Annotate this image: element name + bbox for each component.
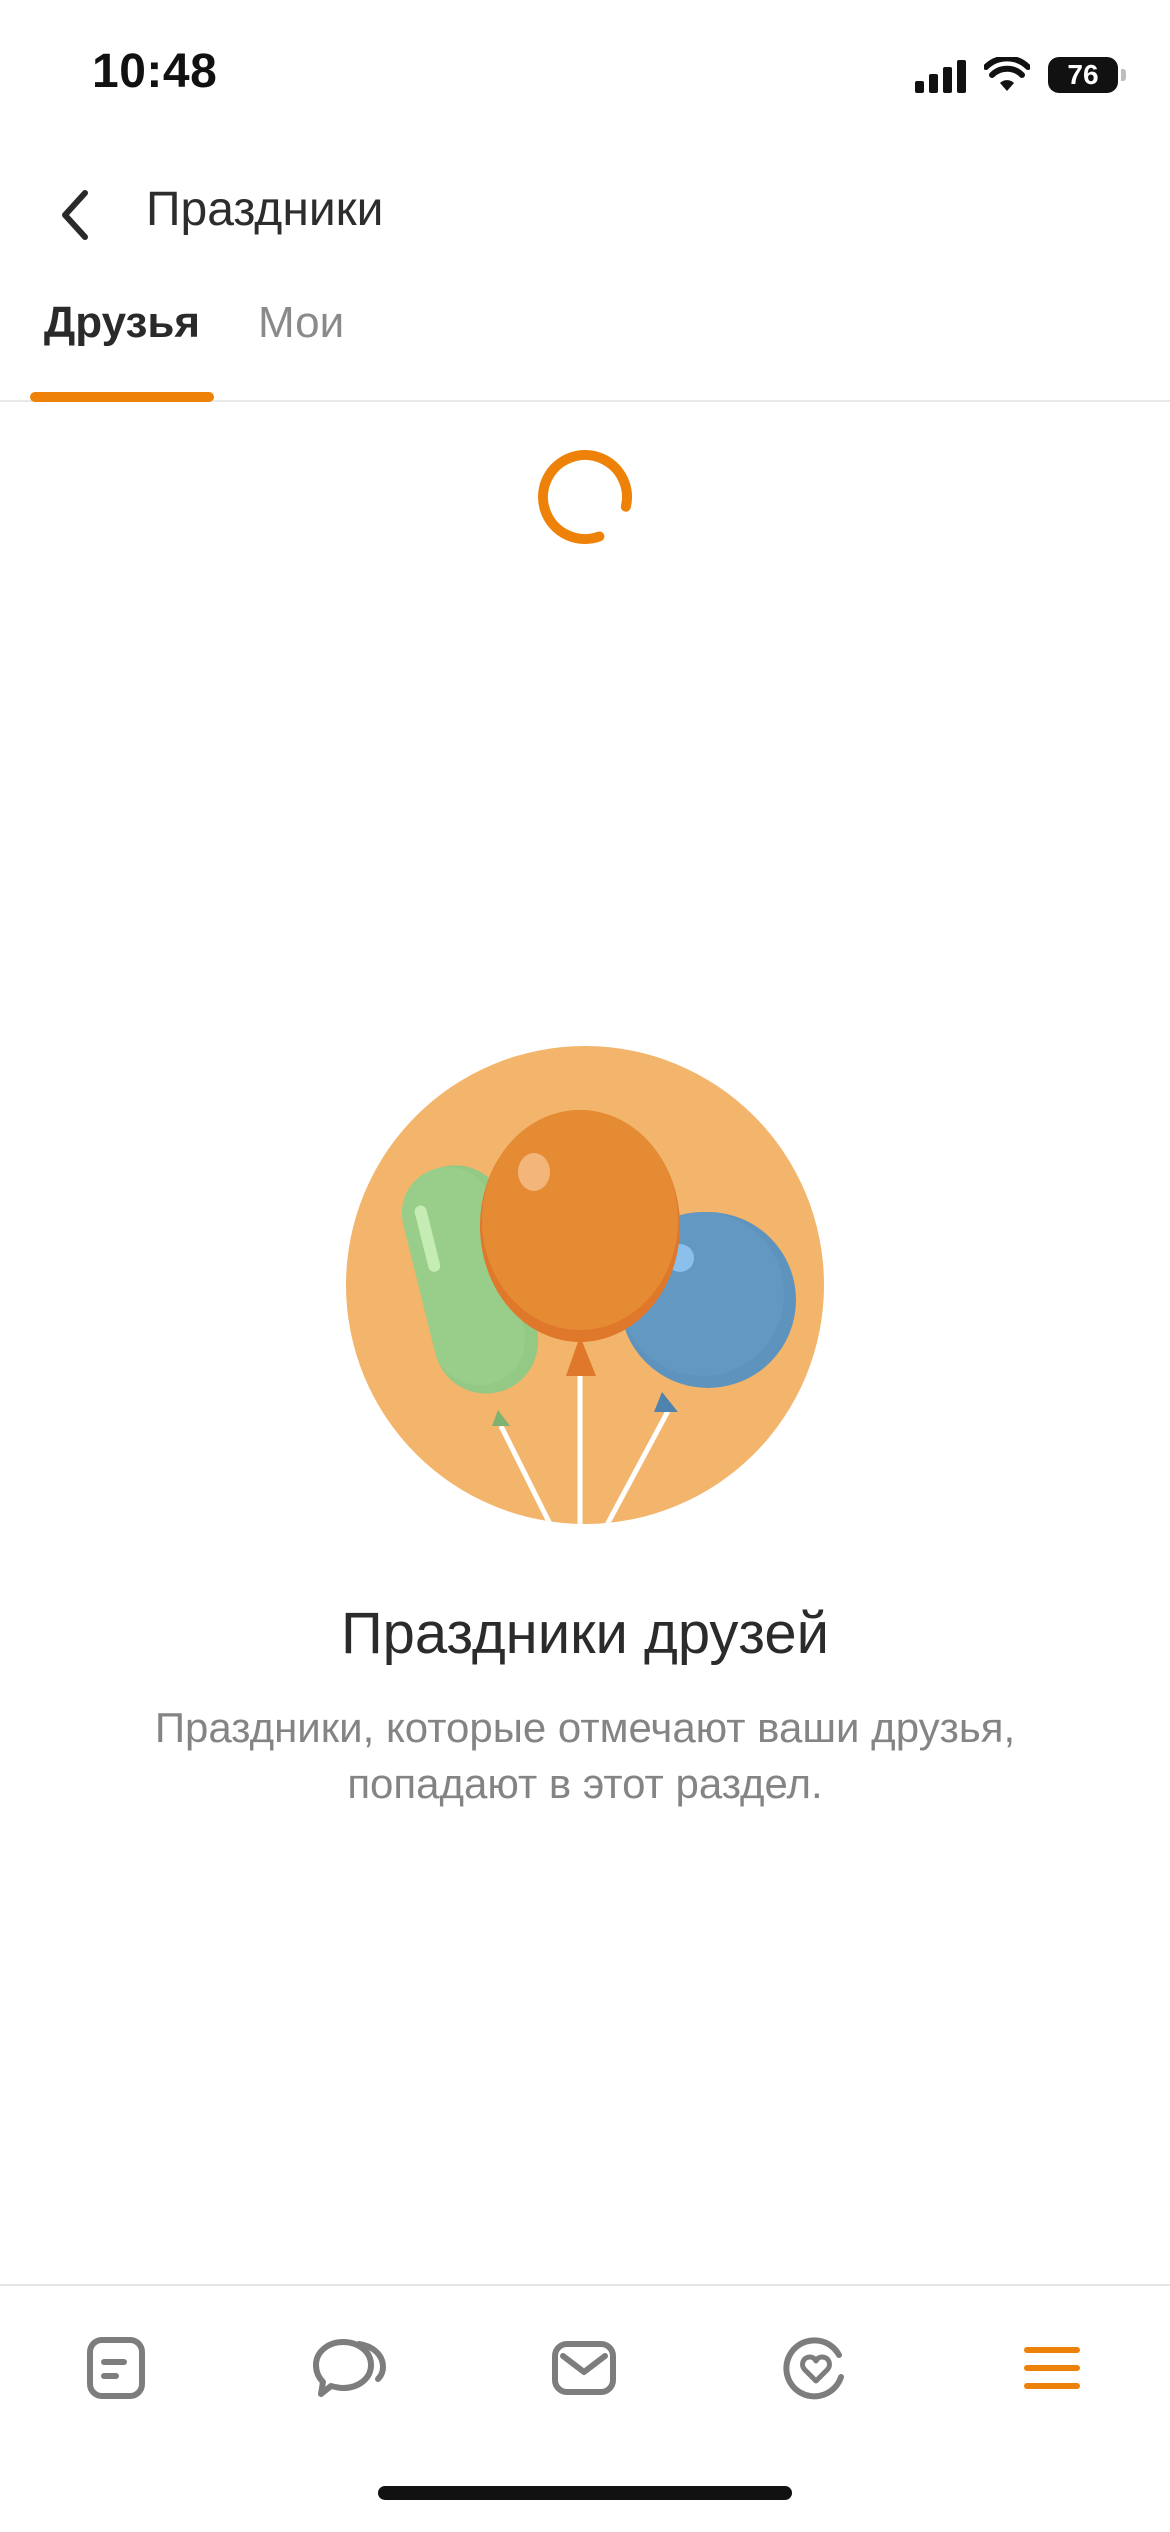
active-tab-indicator	[30, 392, 214, 402]
empty-state-description: Праздники, которые отмечают ваши друзья,…	[154, 1704, 1016, 1807]
tab-mine[interactable]: Мои	[258, 298, 344, 402]
menu-icon	[1024, 2347, 1080, 2389]
holidays-screen: 10:48 76 Праздники Друзья Мои Праздники …	[0, 0, 1170, 2532]
home-indicator[interactable]	[378, 2486, 792, 2500]
header: Праздники	[0, 160, 1170, 270]
discussions-icon	[313, 2339, 387, 2397]
wifi-icon	[984, 57, 1030, 91]
tab-bar: Друзья Мои	[0, 290, 1170, 402]
page-title: Праздники	[146, 183, 384, 236]
nav-messages[interactable]	[534, 2318, 634, 2418]
notifications-heart-icon	[783, 2337, 844, 2400]
nav-notifications[interactable]	[766, 2318, 866, 2418]
status-time: 10:48	[92, 45, 218, 98]
nav-discussions[interactable]	[300, 2318, 400, 2418]
battery-icon: 76	[1048, 57, 1126, 93]
tab-friends[interactable]: Друзья	[30, 298, 214, 402]
loading-spinner-icon	[538, 450, 632, 544]
balloons-illustration	[346, 1046, 824, 1524]
empty-state-title: Праздники друзей	[340, 1601, 830, 1666]
messages-icon	[552, 2341, 616, 2395]
back-button[interactable]	[40, 180, 110, 250]
cellular-signal-icon	[915, 57, 966, 93]
status-icons: 76	[915, 52, 1126, 98]
status-bar: 10:48 76	[0, 0, 1170, 150]
chevron-left-icon	[62, 190, 88, 240]
nav-menu[interactable]	[1002, 2318, 1102, 2418]
feed-icon	[87, 2337, 145, 2399]
nav-feed[interactable]	[66, 2318, 166, 2418]
